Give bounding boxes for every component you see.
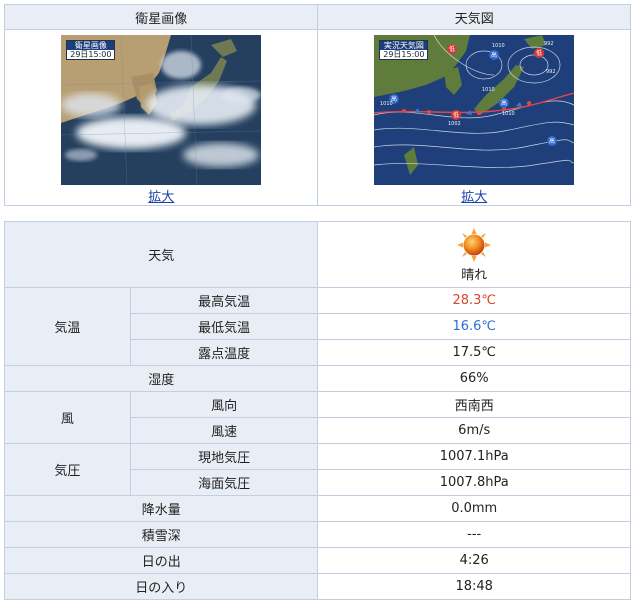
- sunset-label: 日の入り: [3, 573, 319, 600]
- weather-label: 天気: [3, 221, 319, 288]
- weather-map-overlay-time: 29日15:00: [383, 50, 425, 59]
- station-pressure-value: 1007.1hPa: [317, 443, 631, 470]
- min-temp-value: 16.6℃: [317, 313, 631, 340]
- wind-direction-value: 西南西: [317, 391, 631, 418]
- sunset-row: 日の入り 18:48: [3, 573, 631, 600]
- wind-group-label: 風: [4, 391, 131, 444]
- weather-value: 晴れ: [461, 268, 488, 283]
- weather-map-overlay-label: 実況天気図 29日15:00: [379, 40, 429, 60]
- snow-depth-row: 積雪深 ---: [3, 521, 631, 548]
- sunrise-value: 4:26: [317, 547, 631, 574]
- isobar-label-1: 1010: [492, 43, 505, 49]
- satellite-image[interactable]: 衛星画像 29日15:00: [61, 35, 262, 185]
- sunrise-row: 日の出 4:26: [3, 547, 631, 574]
- satellite-zoom-link[interactable]: 拡大: [148, 186, 174, 205]
- wind-row-direction: 風 風向 西南西: [4, 391, 631, 444]
- image-table: 衛星画像 天気図 衛星画像 29日15:00 拡大 低 高 低 高 低 高 高 …: [3, 4, 631, 206]
- snow-depth-label: 積雪深: [3, 521, 319, 548]
- isobar-label-7: 1010: [482, 87, 495, 93]
- precipitation-row: 降水量 0.0mm: [3, 495, 631, 522]
- station-pressure-label: 現地気圧: [129, 443, 319, 470]
- weather-map-image[interactable]: 低 高 低 高 低 高 高 1010 1010 992 1002 1010 99…: [374, 35, 575, 185]
- precipitation-label: 降水量: [3, 495, 319, 522]
- snow-depth-value: ---: [317, 521, 631, 548]
- sea-pressure-value: 1007.8hPa: [317, 469, 631, 496]
- temperature-group-label: 気温: [4, 287, 131, 366]
- weather-value-cell: 晴れ: [317, 221, 631, 288]
- svg-text:高: 高: [501, 99, 507, 107]
- isobar-label-3: 992: [544, 41, 554, 47]
- humidity-label: 湿度: [3, 365, 319, 392]
- satellite-header: 衛星画像: [3, 4, 319, 30]
- weather-row: 天気 晴れ: [3, 221, 631, 288]
- svg-text:高: 高: [491, 51, 497, 59]
- dew-point-label: 露点温度: [129, 339, 319, 366]
- dew-point-value: 17.5℃: [317, 339, 631, 366]
- max-temp-value: 28.3℃: [317, 287, 631, 314]
- humidity-value: 66%: [317, 365, 631, 392]
- humidity-row: 湿度 66%: [3, 365, 631, 392]
- satellite-cell: 衛星画像 29日15:00 拡大: [3, 29, 319, 206]
- wind-speed-value: 6m/s: [317, 417, 631, 444]
- svg-text:低: 低: [536, 49, 542, 57]
- weather-data-table: 天気 晴れ 気温 最高気温 28.3℃ 最低気温 16.6℃ 露点温度 17.5…: [3, 221, 631, 600]
- weather-map-overlay-title: 実況天気図: [380, 41, 428, 50]
- sunrise-label: 日の出: [3, 547, 319, 574]
- satellite-overlay-title: 衛星画像: [67, 41, 115, 50]
- satellite-overlay-label: 衛星画像 29日15:00: [66, 40, 116, 60]
- isobar-label-6: 992: [546, 69, 556, 75]
- pressure-row-station: 気圧 現地気圧 1007.1hPa: [4, 443, 631, 496]
- isobar-label-2: 1010: [380, 101, 393, 107]
- temp-row-max: 気温 最高気温 28.3℃: [4, 287, 631, 366]
- wind-speed-label: 風速: [129, 417, 319, 444]
- weather-map-zoom-link[interactable]: 拡大: [461, 186, 487, 205]
- svg-text:低: 低: [453, 111, 459, 119]
- weather-map-cell: 低 高 低 高 低 高 高 1010 1010 992 1002 1010 99…: [317, 29, 631, 206]
- sun-icon: [457, 228, 492, 262]
- isobar-label-4: 1002: [448, 121, 461, 127]
- svg-text:低: 低: [449, 45, 455, 53]
- max-temp-label: 最高気温: [129, 287, 319, 314]
- wind-direction-label: 風向: [129, 391, 319, 418]
- sea-pressure-label: 海面気圧: [129, 469, 319, 496]
- sunset-value: 18:48: [317, 573, 631, 600]
- precipitation-value: 0.0mm: [317, 495, 631, 522]
- svg-text:高: 高: [549, 137, 555, 145]
- min-temp-label: 最低気温: [129, 313, 319, 340]
- satellite-overlay-time: 29日15:00: [70, 50, 112, 59]
- isobar-label-5: 1010: [502, 111, 515, 117]
- weather-map-header: 天気図: [317, 4, 631, 30]
- pressure-group-label: 気圧: [4, 443, 131, 496]
